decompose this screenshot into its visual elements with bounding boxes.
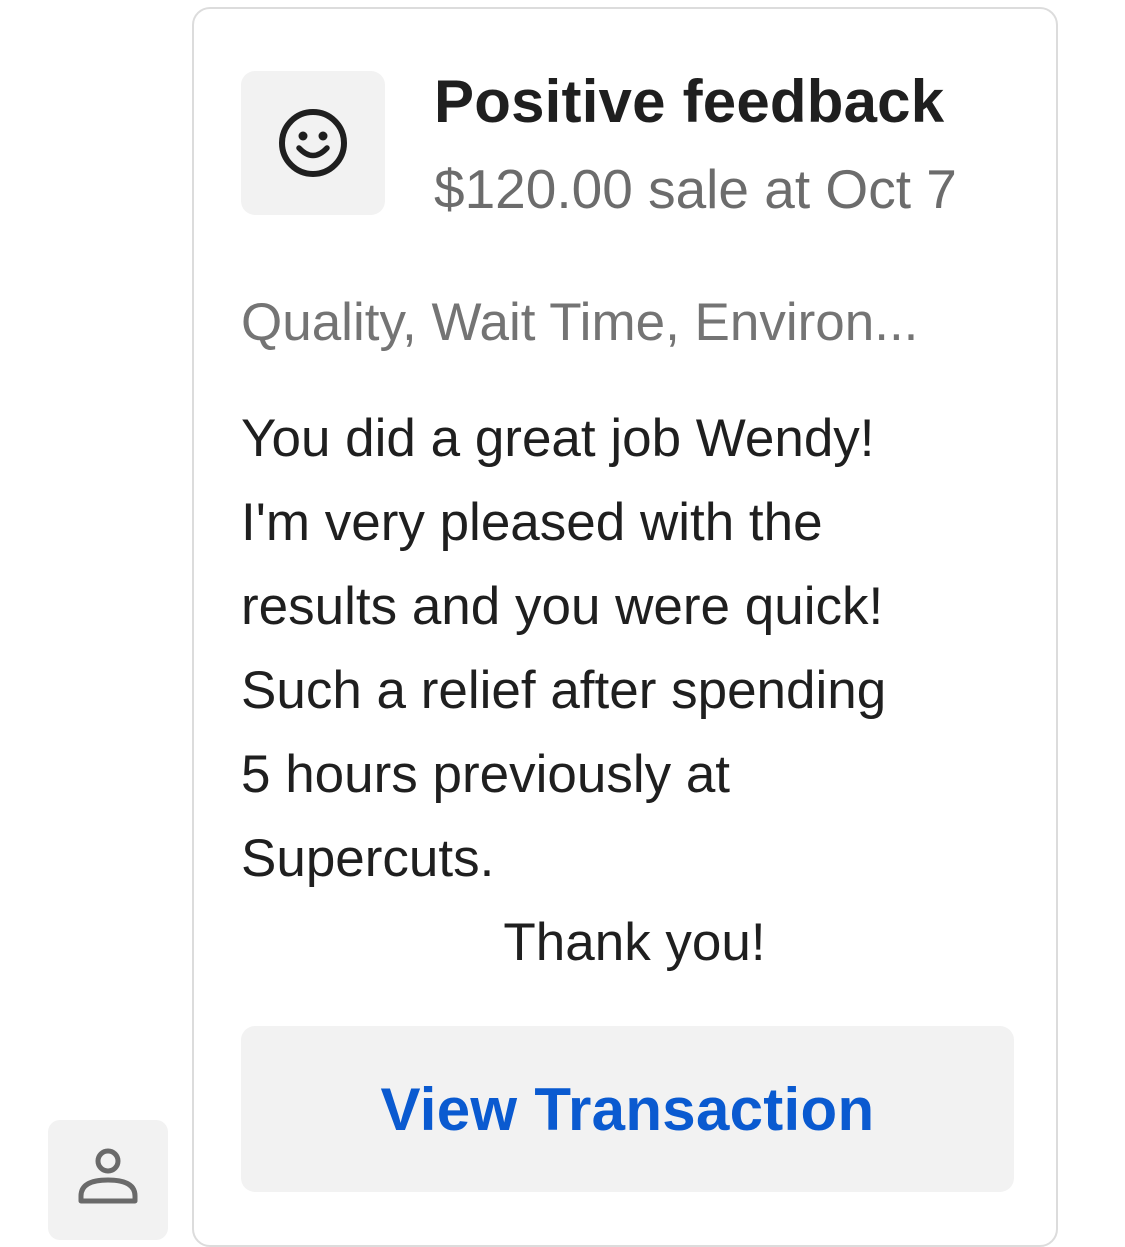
- sale-summary: $120.00 sale at Oct 7: [434, 158, 957, 220]
- view-transaction-button[interactable]: View Transaction: [241, 1026, 1014, 1192]
- comment-closing: Thank you!: [503, 913, 766, 972]
- feedback-title: Positive feedback: [434, 68, 945, 135]
- comment-line: Supercuts.: [241, 829, 495, 888]
- comment-line: Such a relief after spending: [241, 661, 887, 720]
- feedback-card: Positive feedback $120.00 sale at Oct 7 …: [192, 7, 1058, 1247]
- person-icon: [78, 1148, 138, 1204]
- comment-line: 5 hours previously at: [241, 745, 731, 804]
- comment-line: You did a great job Wendy!: [241, 409, 875, 468]
- feedback-comment: You did a great job Wendy! I'm very plea…: [241, 397, 1031, 985]
- feedback-tags: Quality, Wait Time, Environ...: [241, 293, 919, 352]
- comment-line: I'm very pleased with the: [241, 493, 823, 552]
- smiley-face-icon: [279, 109, 347, 177]
- comment-line: results and you were quick!: [241, 577, 884, 636]
- avatar[interactable]: [48, 1120, 168, 1240]
- feedback-icon-tile: [241, 71, 385, 215]
